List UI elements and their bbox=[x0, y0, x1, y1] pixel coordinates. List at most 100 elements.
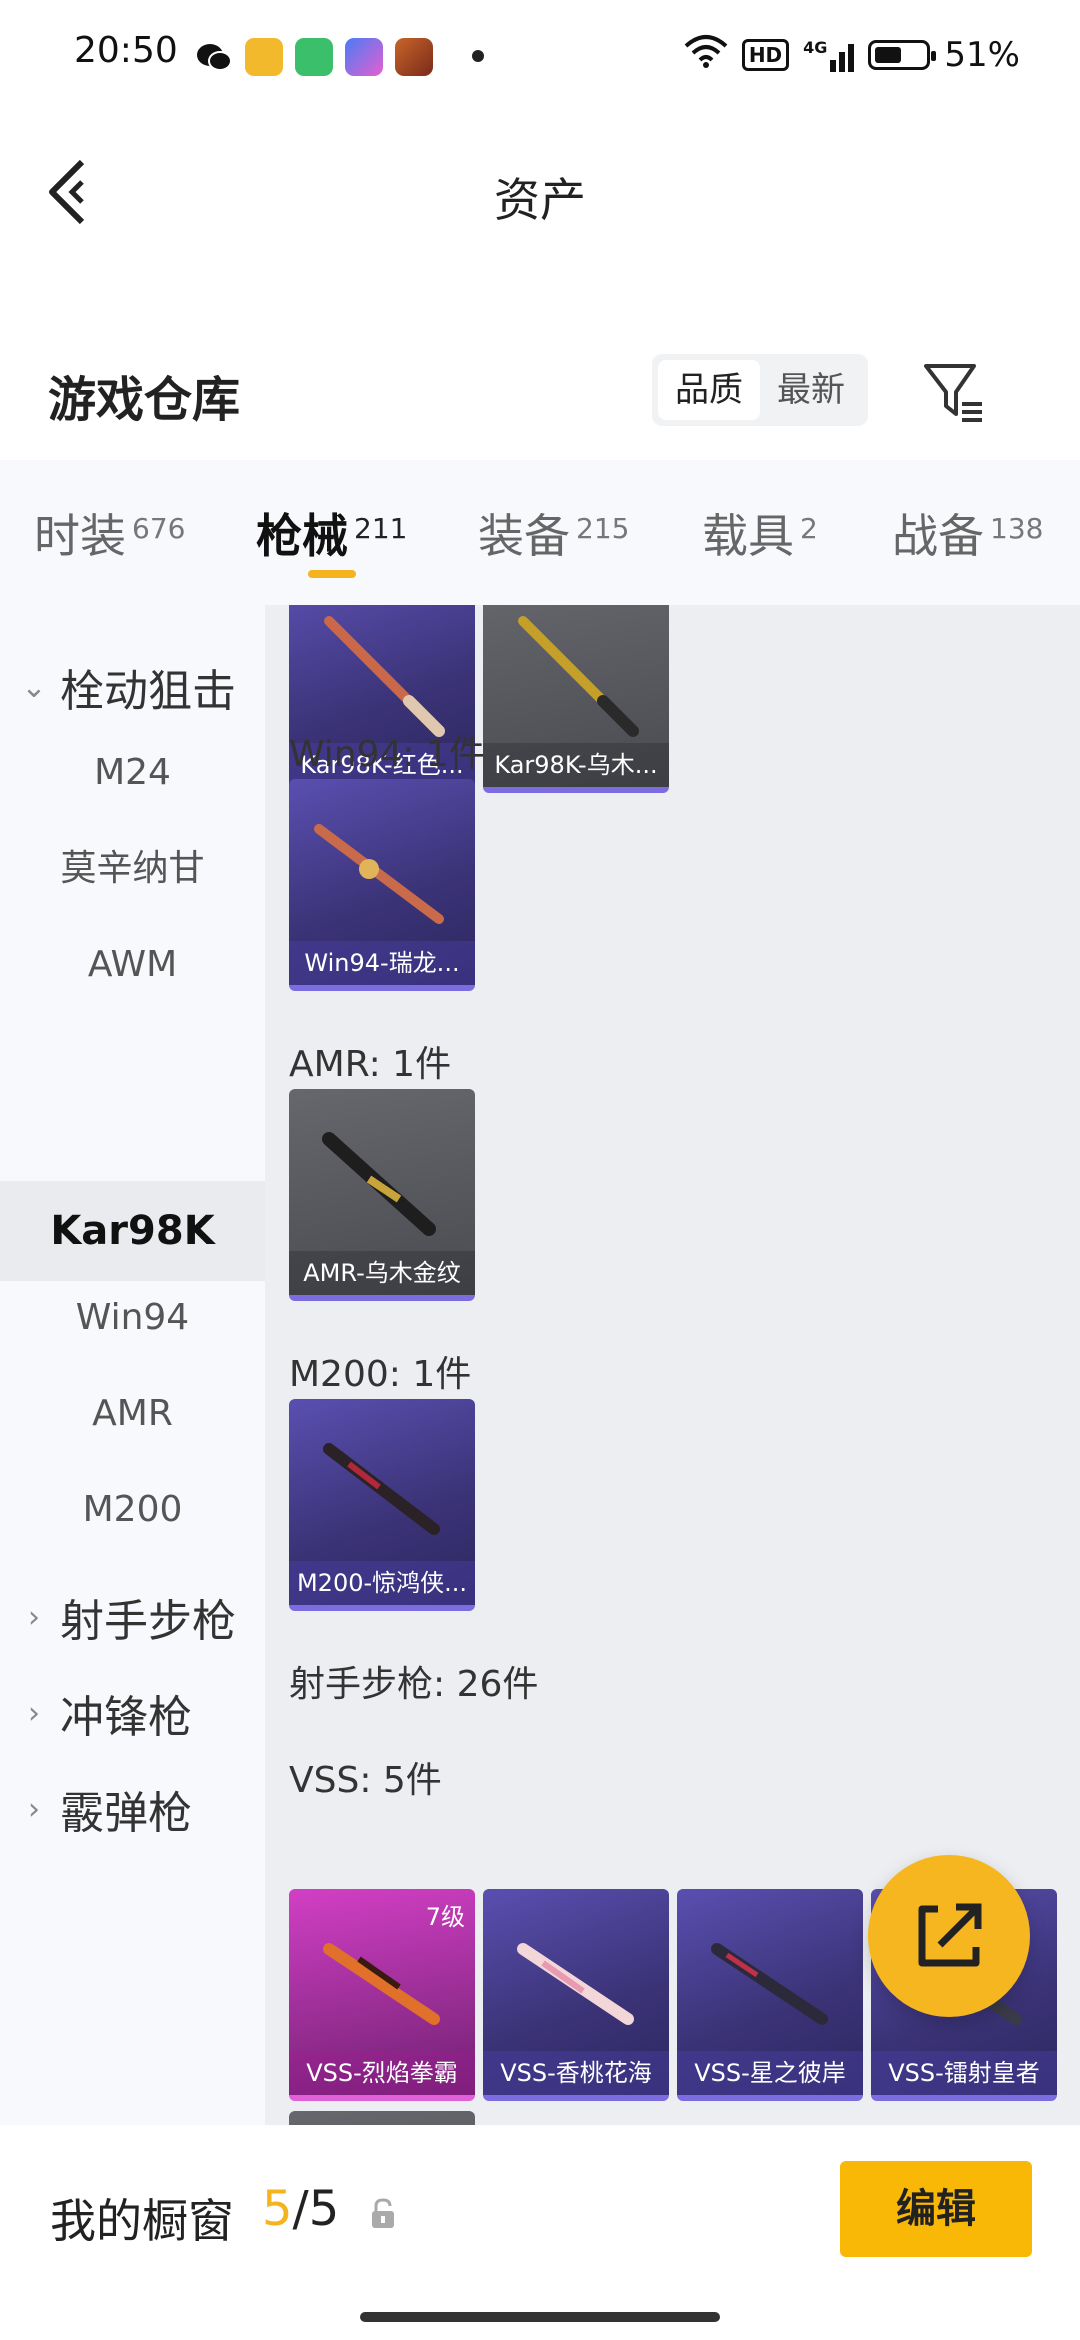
rifle-icon bbox=[711, 1943, 828, 2025]
skin-card[interactable]: Win94-瑞龙... bbox=[289, 779, 475, 991]
lock-icon bbox=[372, 2198, 394, 2228]
sidebar-group-label: 冲锋枪 bbox=[60, 1692, 192, 1743]
tab-count: 211 bbox=[354, 512, 408, 545]
skin-card[interactable]: 7级 VSS-烈焰拳霸 bbox=[289, 1889, 475, 2101]
showcase-separator: / bbox=[292, 2181, 309, 2237]
sidebar-group-bolt-action[interactable]: ⌄ 栓动狙击 bbox=[20, 655, 236, 719]
active-tab-indicator bbox=[308, 570, 356, 578]
showcase-label: 我的橱窗 bbox=[50, 2194, 234, 2248]
battery-icon bbox=[868, 40, 937, 70]
skin-card[interactable]: Kar98K-乌木... bbox=[483, 605, 669, 793]
network-type: 4G bbox=[803, 38, 828, 57]
rifle-icon bbox=[517, 1943, 634, 2025]
group-label-marksman: 射手步枪: 26件 bbox=[289, 1664, 539, 1705]
app-header: 资产 bbox=[0, 112, 1080, 272]
category-tabs: 时装 676 枪械 211 装备 215 载具 2 战备 138 bbox=[0, 460, 1080, 605]
rifle-icon bbox=[323, 1443, 440, 1535]
wechat-icon bbox=[195, 38, 233, 76]
assistant-app-icon bbox=[345, 38, 383, 76]
game-app-icon bbox=[245, 38, 283, 76]
rifle-icon bbox=[314, 824, 444, 924]
chevron-right-icon: › bbox=[28, 1791, 40, 1827]
status-time: 20:50 bbox=[74, 30, 178, 71]
group-label-vss: VSS: 5件 bbox=[289, 1760, 442, 1801]
sidebar-item-amr[interactable]: AMR bbox=[0, 1366, 265, 1462]
skin-card[interactable]: AMR-乌木金纹 bbox=[289, 1089, 475, 1301]
rifle-icon bbox=[323, 1943, 440, 2025]
sidebar-item-m200[interactable]: M200 bbox=[0, 1462, 265, 1558]
sidebar-group-marksman[interactable]: › 射手步枪 bbox=[20, 1585, 236, 1649]
chevron-right-icon: › bbox=[28, 1599, 40, 1635]
chevron-down-icon: ⌄ bbox=[21, 669, 47, 705]
tab-count: 215 bbox=[576, 512, 630, 545]
skin-name: Kar98K-乌木... bbox=[483, 743, 669, 787]
signal-icon: 4G bbox=[803, 38, 855, 72]
sidebar-group-label: 霰弹枪 bbox=[60, 1788, 192, 1839]
sort-option-newest[interactable]: 最新 bbox=[760, 360, 862, 420]
edit-button[interactable]: 编辑 bbox=[840, 2161, 1032, 2257]
filter-icon bbox=[924, 364, 982, 422]
skin-card[interactable]: M200-惊鸿侠... bbox=[289, 1399, 475, 1611]
weapon-type-sidebar: ⌄ 栓动狙击 M24 莫辛纳甘 AWM Win94 AMR M200 › 射手步… bbox=[0, 605, 265, 2125]
filter-button[interactable] bbox=[918, 352, 990, 432]
hero-app-icon bbox=[395, 38, 433, 76]
tab-firearms[interactable]: 枪械 211 bbox=[256, 500, 407, 566]
tab-label: 装备 bbox=[478, 509, 570, 563]
chevron-right-icon: › bbox=[28, 1695, 40, 1731]
skin-name: AMR-乌木金纹 bbox=[289, 1251, 475, 1295]
sidebar-item-mosin[interactable]: 莫辛纳甘 bbox=[0, 821, 265, 917]
tab-fashion[interactable]: 时装 676 bbox=[34, 500, 185, 566]
sidebar-item-kar98k[interactable]: Kar98K bbox=[0, 1181, 265, 1281]
skin-name: VSS-烈焰拳霸 bbox=[289, 2051, 475, 2095]
group-label-win94: Win94: 1件 bbox=[289, 734, 485, 775]
tab-supplies[interactable]: 战备 138 bbox=[892, 500, 1043, 566]
hd-badge: HD bbox=[741, 39, 790, 71]
skin-name: VSS-香桃花海 bbox=[483, 2051, 669, 2095]
showcase-current: 5 bbox=[262, 2181, 293, 2237]
battery-fill bbox=[875, 47, 901, 63]
skin-name: VSS-镭射皇者 bbox=[871, 2051, 1057, 2095]
tab-label: 战备 bbox=[892, 509, 984, 563]
sidebar-item-win94[interactable]: Win94 bbox=[0, 1270, 265, 1366]
tab-count: 138 bbox=[990, 512, 1044, 545]
sidebar-group-shotgun[interactable]: › 霰弹枪 bbox=[20, 1777, 192, 1841]
page-title: 资产 bbox=[494, 173, 586, 227]
status-indicators: HD 4G 51% bbox=[684, 30, 1020, 80]
message-app-icon bbox=[295, 38, 333, 76]
group-label-m200: M200: 1件 bbox=[289, 1354, 472, 1395]
tab-count: 2 bbox=[800, 512, 818, 545]
showcase-count: 5/5 bbox=[262, 2181, 339, 2237]
sidebar-item-m24[interactable]: M24 bbox=[0, 725, 265, 821]
repository-title: 游戏仓库 bbox=[48, 372, 241, 428]
skin-card[interactable]: VSS-星之彼岸 bbox=[677, 1889, 863, 2101]
home-indicator[interactable] bbox=[360, 2312, 720, 2322]
skin-card[interactable]: VSS-香桃花海 bbox=[483, 1889, 669, 2101]
tab-count: 676 bbox=[132, 512, 186, 545]
sidebar-group-label: 射手步枪 bbox=[60, 1596, 236, 1647]
tab-label: 载具 bbox=[702, 509, 794, 563]
showcase-total: 5 bbox=[308, 2181, 340, 2237]
share-button[interactable] bbox=[868, 1855, 1030, 2017]
share-icon bbox=[918, 1903, 982, 1967]
sidebar-group-smg[interactable]: › 冲锋枪 bbox=[20, 1681, 192, 1745]
tab-vehicles[interactable]: 载具 2 bbox=[702, 500, 818, 566]
battery-percent: 51% bbox=[944, 35, 1020, 75]
rifle-icon bbox=[518, 616, 639, 737]
notification-dot bbox=[472, 50, 484, 62]
sort-segmented-control: 品质 最新 bbox=[652, 354, 868, 426]
status-bar: 20:50 HD 4G 51% bbox=[0, 0, 1080, 112]
skin-card[interactable] bbox=[289, 2111, 475, 2125]
skin-name: M200-惊鸿侠... bbox=[289, 1561, 475, 1605]
sort-option-quality[interactable]: 品质 bbox=[658, 360, 760, 420]
rifle-icon bbox=[322, 1132, 436, 1236]
tab-equipment[interactable]: 装备 215 bbox=[478, 500, 629, 566]
rifle-icon bbox=[324, 616, 445, 737]
tab-label: 时装 bbox=[34, 509, 126, 563]
sidebar-item-awm[interactable]: AWM bbox=[0, 917, 265, 1013]
group-label-amr: AMR: 1件 bbox=[289, 1044, 452, 1085]
tab-label: 枪械 bbox=[256, 509, 348, 563]
sidebar-group-label: 栓动狙击 bbox=[60, 666, 236, 717]
repository-header: 游戏仓库 品质 最新 bbox=[0, 330, 1080, 460]
wifi-icon bbox=[684, 34, 728, 77]
showcase-bar: 我的橱窗 5/5 编辑 bbox=[0, 2125, 1080, 2340]
